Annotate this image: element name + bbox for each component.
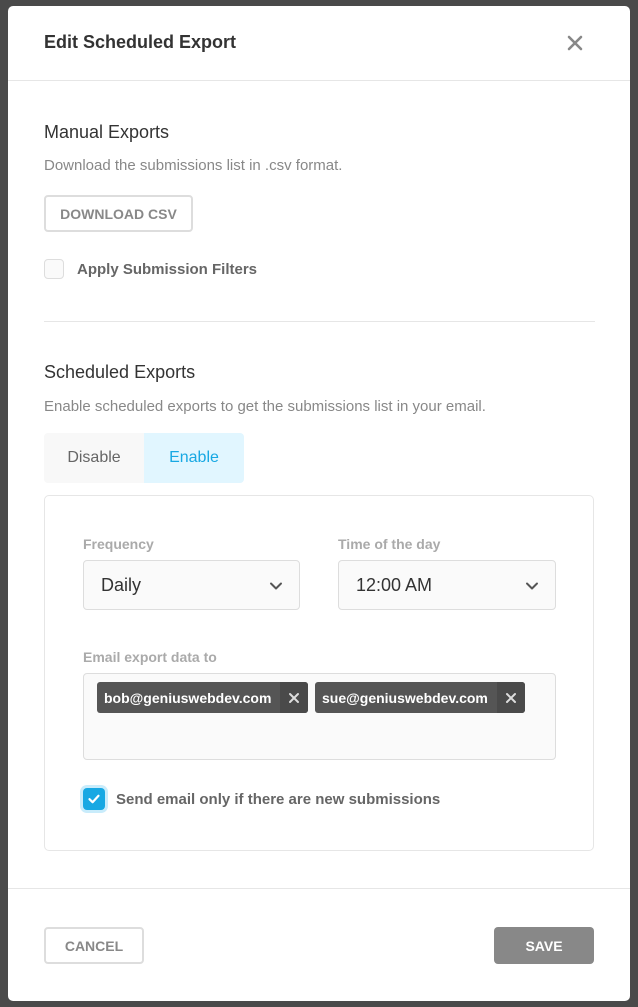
email-chip: bob@geniuswebdev.com: [97, 682, 309, 713]
scheduled-exports-title: Scheduled Exports: [44, 362, 196, 382]
apply-filters-row[interactable]: Apply Submission Filters: [44, 259, 257, 279]
schedule-settings-panel: Frequency Daily Time of the day 12:00 AM…: [44, 495, 594, 851]
chevron-down-icon: [526, 582, 538, 590]
save-button[interactable]: SAVE: [494, 927, 594, 964]
email-chip: sue@geniuswebdev.com: [315, 682, 525, 713]
apply-filters-checkbox[interactable]: [44, 259, 64, 279]
enable-toggle: Disable Enable: [44, 433, 244, 483]
frequency-value: Daily: [101, 574, 142, 595]
new-submissions-row[interactable]: Send email only if there are new submiss…: [83, 788, 440, 810]
tab-disable[interactable]: Disable: [44, 433, 144, 483]
cancel-button[interactable]: CANCEL: [44, 927, 144, 964]
modal-title: Edit Scheduled Export: [44, 32, 237, 52]
new-submissions-label: Send email only if there are new submiss…: [116, 790, 441, 808]
time-label: Time of the day: [338, 536, 441, 552]
email-recipients-input[interactable]: bob@geniuswebdev.com sue@geniuswebdev.co…: [83, 673, 556, 760]
close-icon: [289, 692, 300, 703]
modal-header: Edit Scheduled Export: [8, 6, 630, 81]
scheduled-exports-description: Enable scheduled exports to get the subm…: [44, 398, 486, 415]
email-chip-text: bob@geniuswebdev.com: [104, 689, 272, 706]
apply-filters-label: Apply Submission Filters: [77, 260, 258, 278]
edit-scheduled-export-modal: Edit Scheduled Export Manual Exports Dow…: [8, 6, 630, 1001]
download-csv-button[interactable]: DOWNLOAD CSV: [44, 195, 193, 232]
tab-enable[interactable]: Enable: [144, 433, 244, 483]
email-label: Email export data to: [83, 649, 217, 665]
close-button[interactable]: [564, 32, 586, 54]
checkmark-icon: [88, 794, 100, 804]
email-chip-text: sue@geniuswebdev.com: [322, 689, 488, 706]
chevron-down-icon: [270, 582, 282, 590]
frequency-label: Frequency: [83, 536, 154, 552]
manual-exports-description: Download the submissions list in .csv fo…: [44, 157, 343, 174]
close-icon: [567, 35, 583, 51]
time-select[interactable]: 12:00 AM: [338, 560, 556, 610]
footer-divider: [8, 888, 630, 889]
close-icon: [505, 692, 516, 703]
new-submissions-checkbox[interactable]: [83, 788, 105, 810]
section-divider: [44, 321, 595, 322]
remove-email-button[interactable]: [280, 682, 309, 713]
remove-email-button[interactable]: [496, 682, 525, 713]
manual-exports-title: Manual Exports: [44, 122, 170, 142]
frequency-select[interactable]: Daily: [83, 560, 300, 610]
time-value: 12:00 AM: [356, 574, 433, 595]
